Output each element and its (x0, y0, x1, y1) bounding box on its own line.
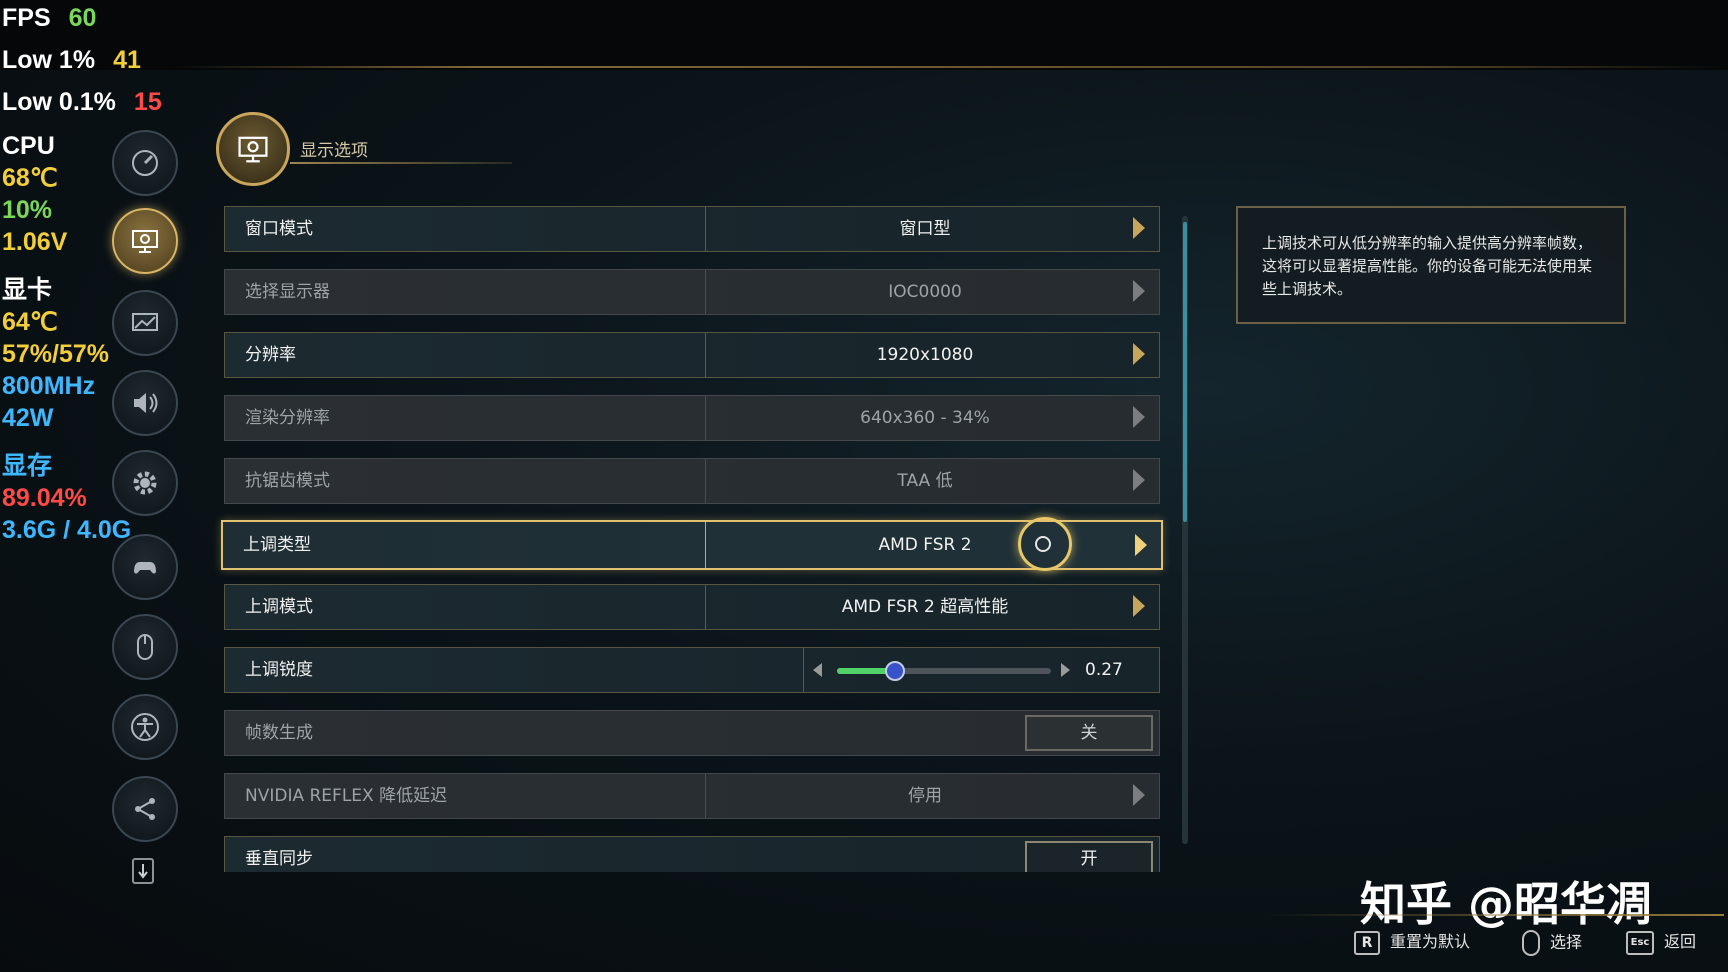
setting-frame-generation: 帧数生成 关 (224, 710, 1160, 756)
top-divider (170, 66, 1728, 68)
chevron-right-icon (1133, 784, 1145, 806)
chevron-right-icon[interactable] (1133, 217, 1145, 239)
graphics-icon[interactable] (112, 290, 178, 356)
setting-label: 选择显示器 (245, 282, 330, 302)
setting-select-monitor: 选择显示器 IOC0000 (224, 269, 1160, 315)
reset-label: 重置为默认 (1390, 932, 1471, 951)
setting-label: 上调类型 (243, 535, 311, 555)
vsync-toggle[interactable]: 开 (1025, 841, 1153, 872)
slider-decrease-icon[interactable] (813, 663, 822, 677)
setting-value: 640x360 - 34% (860, 408, 990, 428)
top-bar (0, 0, 1728, 70)
chevron-right-icon (1133, 406, 1145, 428)
setting-value: TAA 低 (897, 471, 953, 491)
setting-nvidia-reflex: NVIDIA REFLEX 降低延迟 停用 (224, 773, 1160, 819)
setting-label: 帧数生成 (245, 723, 313, 743)
setting-window-mode[interactable]: 窗口模式 窗口型 (224, 206, 1160, 252)
sharpness-slider-knob[interactable] (885, 661, 905, 681)
osd-gpu: 显卡 64℃ 57%/57% 800MHz 42W (2, 276, 110, 432)
setting-label: 上调模式 (245, 597, 313, 617)
setting-label: 窗口模式 (245, 219, 313, 239)
reset-default-hint[interactable]: R 重置为默认 (1354, 930, 1470, 955)
osd-low01: Low 0.1% 15 (2, 88, 162, 116)
setting-label: 抗锯齿模式 (245, 471, 330, 491)
watermark: 知乎 @昭华凋 (1360, 877, 1653, 931)
frame-generation-toggle[interactable]: 关 (1025, 715, 1153, 751)
slider-increase-icon[interactable] (1061, 663, 1070, 677)
setting-anti-aliasing: 抗锯齿模式 TAA 低 (224, 458, 1160, 504)
audio-icon[interactable] (112, 370, 178, 436)
setting-description-tooltip: 上调技术可从低分辨率的输入提供高分辨率帧数，这将可以显著提高性能。你的设备可能无… (1236, 206, 1626, 324)
select-hint[interactable]: 选择 (1522, 930, 1582, 956)
setting-vsync[interactable]: 垂直同步 开 (224, 836, 1160, 872)
chevron-right-icon (1133, 469, 1145, 491)
chevron-right-icon[interactable] (1135, 534, 1147, 556)
back-hint[interactable]: Esc 返回 (1626, 930, 1696, 955)
chevron-right-icon[interactable] (1133, 595, 1145, 617)
setting-value: 窗口型 (899, 219, 951, 239)
setting-value: 1920x1080 (876, 345, 974, 365)
select-label: 选择 (1550, 932, 1583, 952)
chevron-right-icon (1133, 280, 1145, 302)
footer-divider (1264, 914, 1724, 916)
sharpness-value: 0.27 (1085, 660, 1123, 680)
osd-low1: Low 1% 41 (2, 46, 141, 74)
setting-value: AMD FSR 2 (878, 535, 972, 555)
setting-label: 垂直同步 (245, 849, 313, 869)
tooltip-text: 上调技术可从低分辨率的输入提供高分辨率帧数，这将可以显著提高性能。你的设备可能无… (1262, 234, 1593, 298)
esc-key-icon: Esc (1626, 930, 1654, 955)
setting-label: 分辨率 (245, 345, 296, 365)
display-icon[interactable] (112, 208, 178, 274)
setting-label: 上调锐度 (245, 660, 313, 680)
setting-resolution[interactable]: 分辨率 1920x1080 (224, 332, 1160, 378)
osd-cpu: CPU 68℃ 10% 1.06V (2, 132, 68, 256)
gameplay-gear-icon[interactable] (112, 450, 178, 516)
back-label: 返回 (1664, 932, 1697, 951)
controller-icon[interactable] (112, 534, 178, 600)
setting-label: NVIDIA REFLEX 降低延迟 (245, 786, 448, 806)
setting-upscale-mode[interactable]: 上调模式 AMD FSR 2 超高性能 (224, 584, 1160, 630)
network-icon[interactable] (112, 776, 178, 842)
setting-upscale-sharpness[interactable]: 上调锐度 0.27 (224, 647, 1160, 693)
settings-scrollbar-thumb[interactable] (1183, 222, 1187, 522)
page-title: 显示选项 (300, 141, 368, 161)
setting-value: AMD FSR 2 超高性能 (841, 597, 1009, 617)
r-key-icon: R (1354, 930, 1380, 955)
mouse-click-icon (1522, 930, 1540, 956)
osd-vram: 显存 89.04% 3.6G / 4.0G (2, 452, 132, 544)
scroll-down-icon[interactable] (132, 858, 154, 884)
mouse-icon[interactable] (112, 614, 178, 680)
chevron-right-icon[interactable] (1133, 343, 1145, 365)
setting-label: 渲染分辨率 (245, 408, 330, 428)
display-options-icon (216, 112, 290, 186)
setting-render-resolution: 渲染分辨率 640x360 - 34% (224, 395, 1160, 441)
title-underline (290, 162, 512, 164)
osd-fps: FPS 60 (2, 4, 97, 32)
performance-gauge-icon[interactable] (112, 130, 178, 196)
setting-value: IOC0000 (888, 282, 962, 302)
accessibility-icon[interactable] (112, 694, 178, 760)
controller-cursor-center (1035, 536, 1051, 552)
setting-value: 停用 (908, 786, 942, 806)
